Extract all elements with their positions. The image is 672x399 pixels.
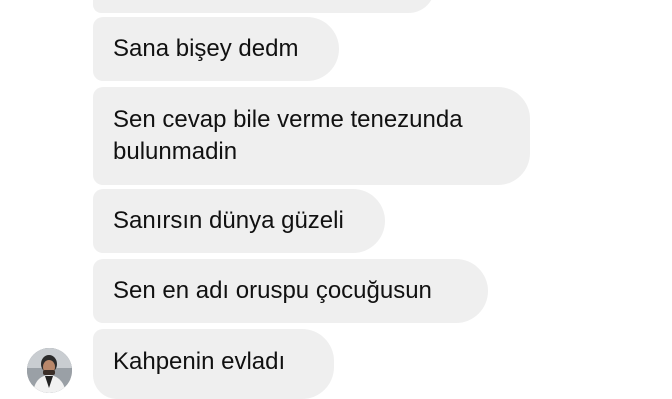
message-text: Sana bişey dedm	[113, 35, 299, 62]
message-bubble-partial[interactable]	[93, 0, 435, 13]
message-text: Sanırsın dünya güzeli	[113, 207, 344, 234]
message-text: Sen cevap bile verme tenezunda bulunmadi…	[113, 106, 463, 165]
message-bubble[interactable]: Sana bişey dedm	[93, 17, 339, 81]
message-bubble[interactable]: Kahpenin evladı	[93, 329, 334, 399]
message-text: Sen en adı oruspu çocuğusun	[113, 277, 432, 304]
message-thread: Sana bişey dedm Sen cevap bile verme ten…	[0, 0, 672, 399]
sender-avatar[interactable]	[27, 348, 72, 393]
message-bubble[interactable]: Sen cevap bile verme tenezunda bulunmadi…	[93, 87, 530, 185]
message-bubble[interactable]: Sanırsın dünya güzeli	[93, 189, 385, 253]
message-bubble[interactable]: Sen en adı oruspu çocuğusun	[93, 259, 488, 323]
profile-photo-icon	[27, 348, 72, 393]
message-text: Kahpenin evladı	[113, 348, 286, 375]
